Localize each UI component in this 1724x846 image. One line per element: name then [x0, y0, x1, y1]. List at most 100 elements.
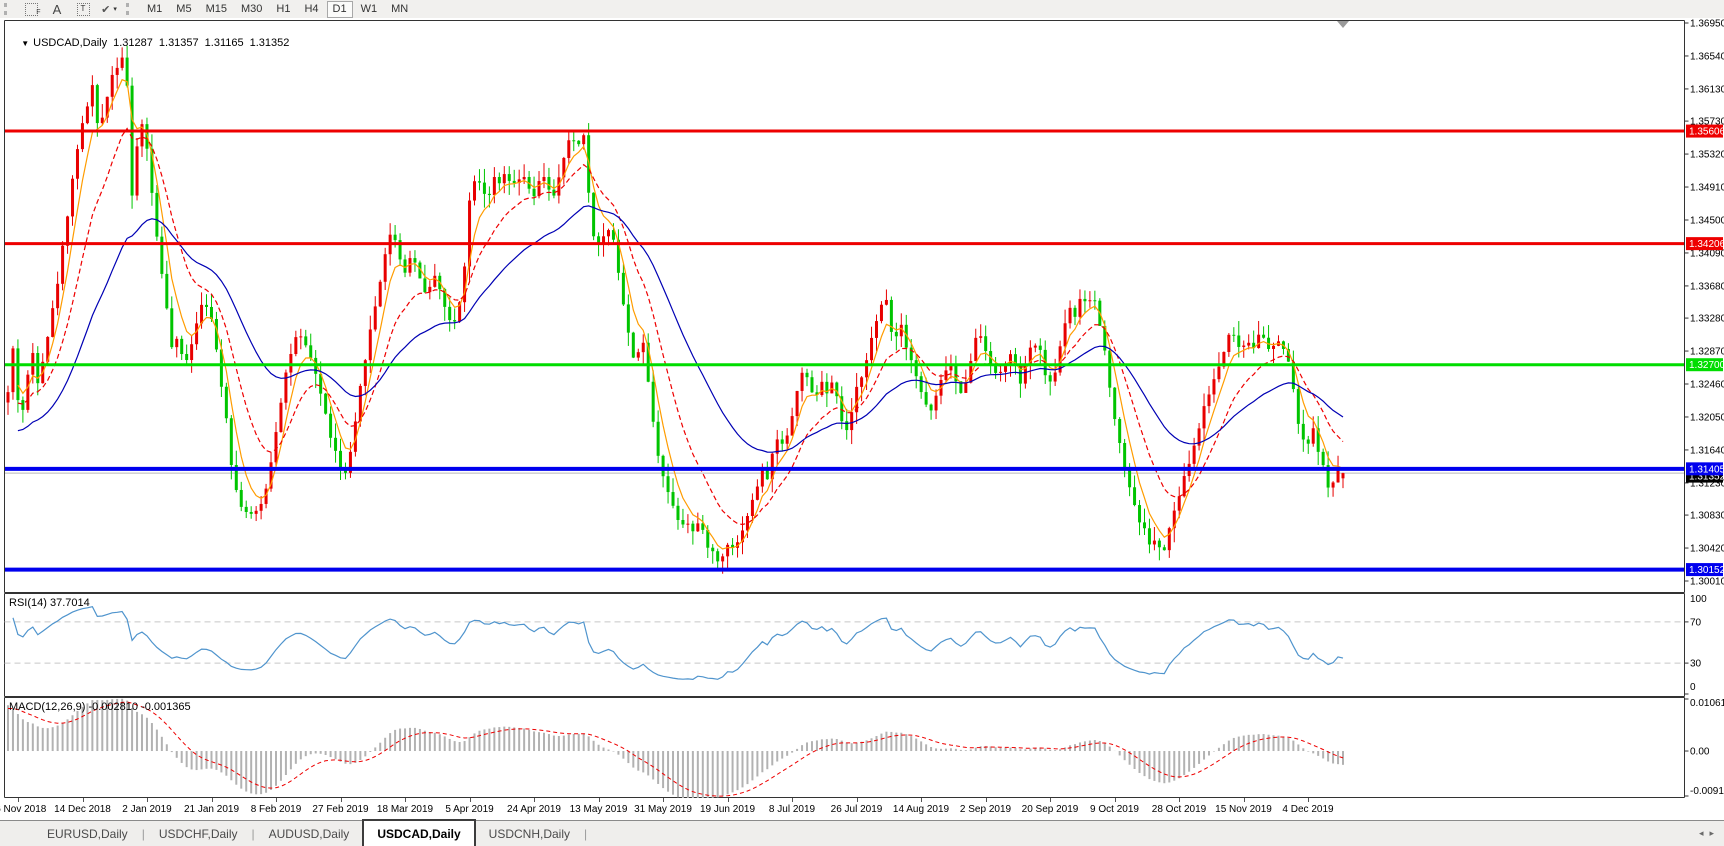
svg-text:-0.00918: -0.00918	[1690, 786, 1724, 797]
time-axis-tick	[18, 798, 19, 802]
svg-text:1.30152: 1.30152	[1689, 565, 1724, 576]
timeframe-button-h1[interactable]: H1	[270, 1, 296, 18]
time-axis-tick	[1179, 798, 1180, 802]
time-axis-tick	[663, 798, 664, 802]
timeframe-button-w1[interactable]: W1	[355, 1, 384, 18]
time-axis-label: 8 Jul 2019	[769, 804, 815, 815]
time-axis-tick	[276, 798, 277, 802]
svg-text:0: 0	[1690, 682, 1696, 693]
svg-text:100: 100	[1690, 594, 1707, 605]
timeframe-button-h4[interactable]: H4	[298, 1, 324, 18]
svg-text:1.34206: 1.34206	[1689, 239, 1724, 250]
time-axis-tick	[470, 798, 471, 802]
macd-signal-line	[8, 702, 1343, 796]
svg-text:1.36950: 1.36950	[1690, 19, 1724, 30]
svg-text:1.36540: 1.36540	[1690, 51, 1724, 62]
time-axis-tick	[1050, 798, 1051, 802]
main-chart-canvas[interactable]: 1.369501.365401.361301.357301.353201.349…	[0, 18, 1724, 593]
time-axis-tick	[728, 798, 729, 802]
time-axis-label: 21 Jan 2019	[184, 804, 239, 815]
svg-text:1.32870: 1.32870	[1690, 347, 1724, 358]
rsi-panel[interactable]: 10070300 RSI(14) 37.7014	[0, 593, 1724, 697]
svg-text:1.34910: 1.34910	[1690, 183, 1724, 194]
high-value: 1.31357	[159, 37, 199, 49]
time-axis-label: 26 Nov 2018	[0, 804, 46, 815]
time-axis-tick	[599, 798, 600, 802]
svg-text:1.30420: 1.30420	[1690, 544, 1724, 555]
time-axis-label: 14 Aug 2019	[893, 804, 949, 815]
time-axis-label: 27 Feb 2019	[312, 804, 368, 815]
macd-histogram	[8, 699, 1343, 798]
time-axis-tick	[212, 798, 213, 802]
text-box-icon: T	[77, 3, 90, 16]
time-axis[interactable]: 26 Nov 2018 14 Dec 2018 2 Jan 2019 21 Jan 2…	[0, 798, 1724, 820]
open-value: 1.31287	[113, 37, 153, 49]
time-axis-tick	[1244, 798, 1245, 802]
time-axis-tick	[792, 798, 793, 802]
time-axis-label: 8 Feb 2019	[251, 804, 302, 815]
time-axis-label: 28 Oct 2019	[1152, 804, 1206, 815]
chart-tab-bar: EURUSD,Daily|USDCHF,Daily|AUDUSD,DailyUS…	[0, 820, 1724, 846]
svg-text:30: 30	[1690, 659, 1702, 670]
svg-text:0.010615: 0.010615	[1690, 698, 1724, 709]
timeframe-button-m15[interactable]: M15	[200, 1, 233, 18]
timeframe-button-group: M1M5M15M30H1H4D1W1MN	[140, 1, 415, 18]
time-axis-tick	[405, 798, 406, 802]
time-axis-tick	[1115, 798, 1116, 802]
time-axis-label: 13 May 2019	[570, 804, 628, 815]
time-axis-tick	[341, 798, 342, 802]
main-chart-panel[interactable]: 1.369501.365401.361301.357301.353201.349…	[0, 18, 1724, 593]
mt4-window: { "toolbar": { "tools": [ {"id": "crossh…	[0, 0, 1724, 845]
time-axis-tick	[1308, 798, 1309, 802]
time-axis-tick	[83, 798, 84, 802]
time-axis-label: 18 Mar 2019	[377, 804, 433, 815]
text-label-tool-button[interactable]: A	[44, 1, 70, 17]
low-value: 1.31165	[205, 37, 244, 49]
toolbar-grip-2[interactable]	[126, 3, 134, 15]
toolbar: F A T ✔ ▾ M1M5M15M30H1H4D1W1MN	[0, 0, 1724, 19]
time-axis-label: 26 Jul 2019	[831, 804, 883, 815]
chart-tab-usdchf[interactable]: USDCHF,Daily	[146, 823, 251, 844]
time-axis-label: 31 May 2019	[634, 804, 692, 815]
time-axis-label: 2 Jan 2019	[122, 804, 172, 815]
text-box-tool-button[interactable]: T	[70, 1, 96, 17]
timeframe-button-m5[interactable]: M5	[170, 1, 197, 18]
svg-text:1.32700: 1.32700	[1689, 360, 1724, 371]
chart-tab-audusd[interactable]: AUDUSD,Daily	[256, 823, 363, 844]
time-axis-label: 5 Apr 2019	[445, 804, 493, 815]
time-axis-label: 2 Sep 2019	[960, 804, 1011, 815]
draw-tools-button[interactable]: ✔ ▾	[96, 1, 122, 17]
timeframe-button-mn[interactable]: MN	[385, 1, 414, 18]
tab-separator: |	[583, 827, 588, 841]
svg-text:1.32460: 1.32460	[1690, 380, 1724, 391]
svg-text:1.31640: 1.31640	[1690, 445, 1724, 456]
crosshair-f-icon: F	[25, 3, 38, 16]
collapse-triangle-icon[interactable]: ▼	[21, 39, 29, 48]
svg-text:1.30830: 1.30830	[1690, 511, 1724, 522]
draw-tools-icon: ✔	[101, 3, 110, 16]
crosshair-f-tool-button[interactable]: F	[18, 1, 44, 17]
toolbar-grip[interactable]	[4, 3, 12, 15]
time-axis-label: 20 Sep 2019	[1022, 804, 1079, 815]
chart-tab-usdcnh[interactable]: USDCNH,Daily	[476, 823, 583, 844]
timeframe-button-m1[interactable]: M1	[141, 1, 168, 18]
time-axis-tick	[921, 798, 922, 802]
time-axis-label: 4 Dec 2019	[1282, 804, 1333, 815]
time-axis-label: 24 Apr 2019	[507, 804, 561, 815]
svg-text:1.33680: 1.33680	[1690, 281, 1724, 292]
svg-text:1.35320: 1.35320	[1690, 150, 1724, 161]
tab-scroll-arrows[interactable]: ◂▸	[1699, 828, 1720, 839]
chart-tab-eurusd[interactable]: EURUSD,Daily	[34, 823, 141, 844]
time-axis-label: 14 Dec 2018	[54, 804, 111, 815]
chart-tab-usdcad[interactable]: USDCAD,Daily	[362, 819, 475, 846]
timeframe-button-d1[interactable]: D1	[327, 1, 353, 18]
symbol-label: USDCAD,Daily	[33, 37, 107, 49]
timeframe-button-m30[interactable]: M30	[235, 1, 268, 18]
svg-text:1.33280: 1.33280	[1690, 314, 1724, 325]
rsi-canvas: 10070300	[0, 593, 1724, 697]
svg-text:0.00: 0.00	[1690, 747, 1710, 758]
macd-panel[interactable]: 0.0106150.00-0.00918 MACD(12,26,9) -0.00…	[0, 697, 1724, 798]
svg-text:1.34500: 1.34500	[1690, 215, 1724, 226]
rsi-label: RSI(14) 37.7014	[9, 597, 90, 609]
time-axis-label: 9 Oct 2019	[1090, 804, 1139, 815]
